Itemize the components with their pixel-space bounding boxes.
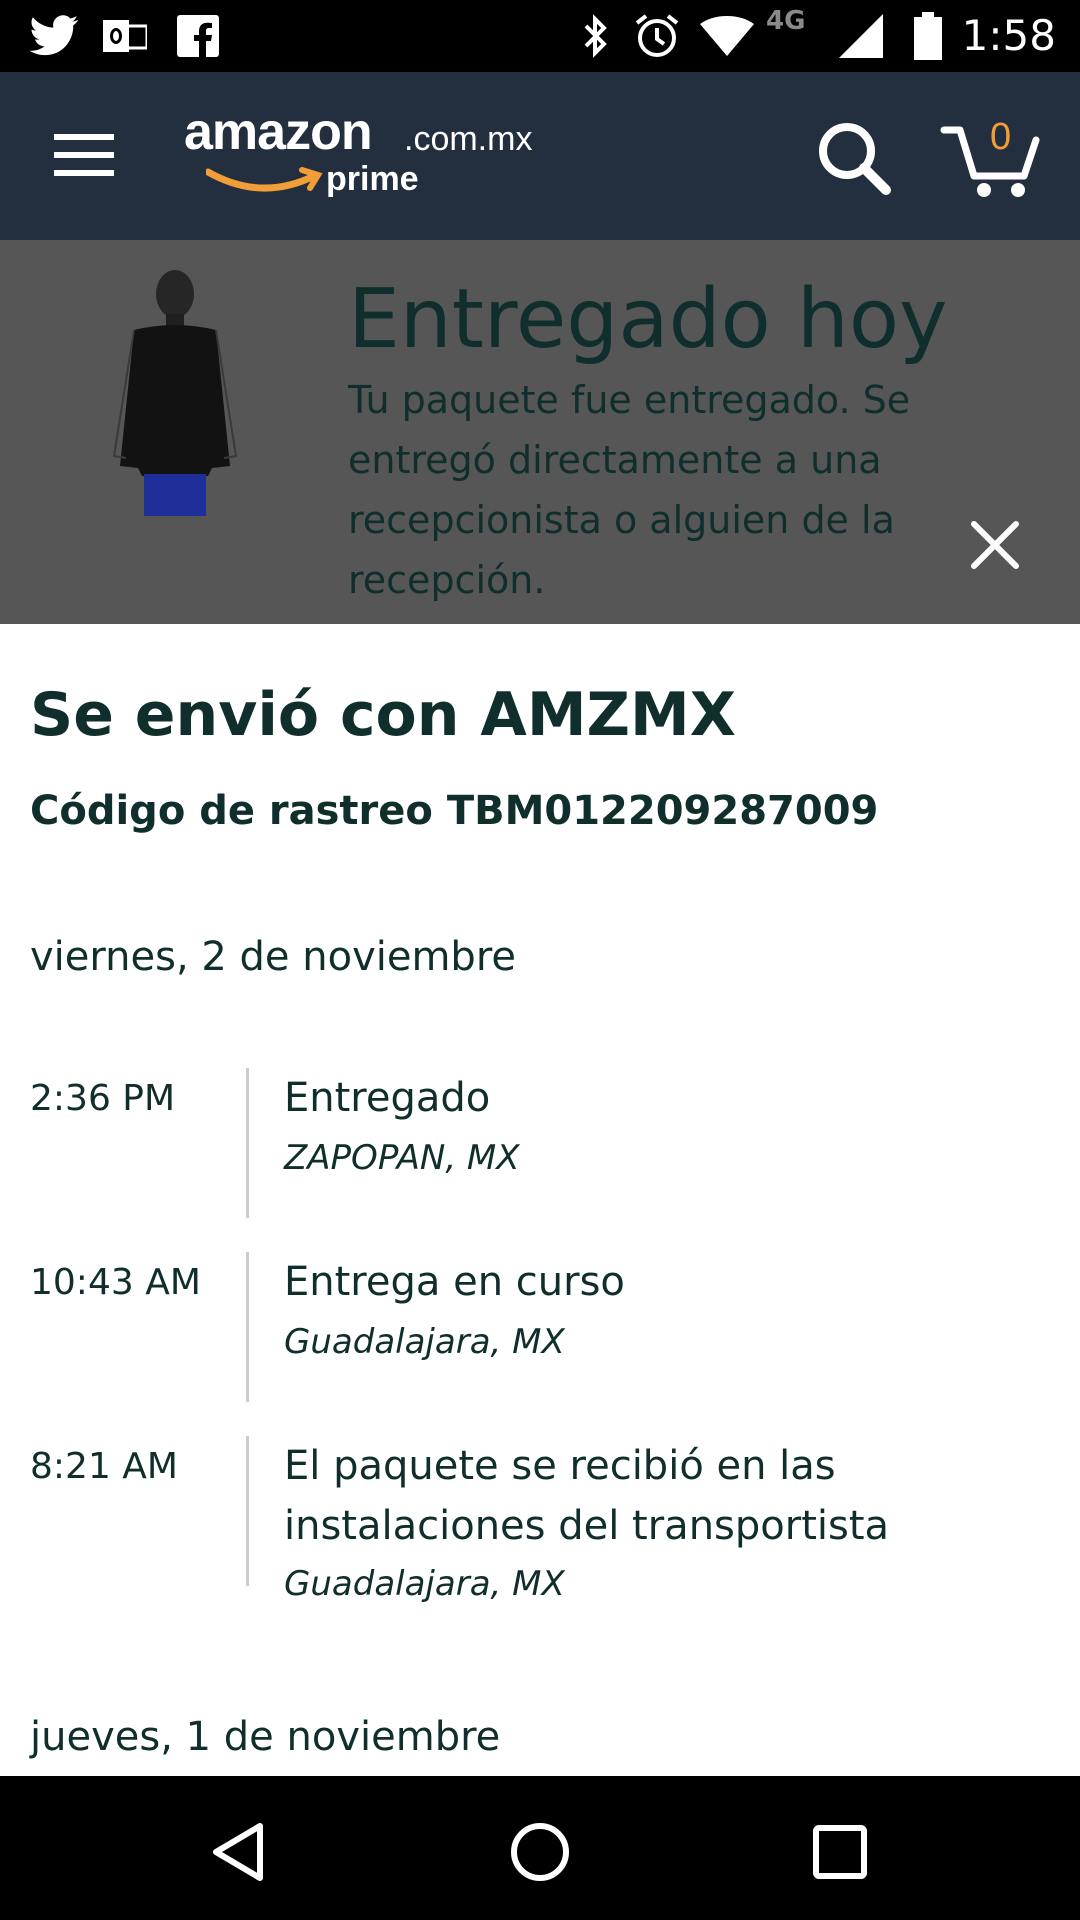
event-status: Entregado [284,1075,491,1121]
cart-count: 0 [990,116,1012,158]
wifi-icon [698,12,756,60]
alarm-icon [632,12,682,60]
date-heading: jueves, 1 de noviembre [30,1714,501,1760]
event-location: ZAPOPAN, MX [284,1138,520,1178]
tracking-code: Código de rastreo TBM012209287009 [30,788,879,834]
logo-domain: .com.mx [404,120,533,158]
home-icon [511,1823,569,1881]
back-button[interactable] [200,1812,280,1892]
timeline-line [246,1436,249,1586]
search-icon [819,123,891,195]
facebook-icon [174,12,222,60]
tracking-details: Se envió con AMZMX Código de rastreo TBM… [0,624,1080,1776]
date-heading: viernes, 2 de noviembre [30,934,516,980]
event-status: El paquete se recibió en las instalacion… [284,1443,890,1549]
recents-button[interactable] [800,1812,880,1892]
menu-button[interactable] [40,122,130,188]
timeline-line [246,1252,249,1402]
signal-icon [836,12,886,60]
event-time: 10:43 AM [30,1262,201,1303]
smile-icon [206,167,323,192]
carrier-title: Se envió con AMZMX [30,680,736,750]
back-icon [213,1823,263,1881]
app-header: amazon .com.mx prime 0 [0,72,1080,240]
menu-icon [54,134,114,140]
network-type: 4G [766,6,806,36]
bluetooth-icon [576,12,616,60]
logo-word: amazon [184,103,373,161]
battery-icon [908,12,948,60]
delivery-notification: Entregado hoy Tu paquete fue entregado. … [0,240,1080,624]
search-button[interactable] [812,116,898,202]
twitter-icon [26,12,82,60]
event-status: Entrega en curso [284,1259,625,1305]
event-location: Guadalajara, MX [284,1564,565,1604]
event-location: Guadalajara, MX [284,1322,565,1362]
status-time: 1:58 [961,11,1056,60]
recents-icon [813,1825,867,1879]
timeline-line [246,1068,249,1218]
home-button[interactable] [500,1812,580,1892]
amazon-prime-logo[interactable]: amazon .com.mx prime [184,103,544,210]
status-bar: 4G 1:58 [0,0,1080,72]
event-time: 2:36 PM [30,1078,176,1119]
product-image [100,266,250,516]
event-time: 8:21 AM [30,1446,178,1487]
banner-title: Entregado hoy [348,272,948,367]
banner-message: Tu paquete fue entregado. Se entregó dir… [348,378,911,602]
navigation-bar [0,1776,1080,1920]
outlook-icon [100,12,150,60]
logo-prime: prime [326,160,419,198]
close-icon [971,521,1019,569]
close-button[interactable] [960,510,1030,580]
cart-button[interactable]: 0 [940,116,1050,202]
